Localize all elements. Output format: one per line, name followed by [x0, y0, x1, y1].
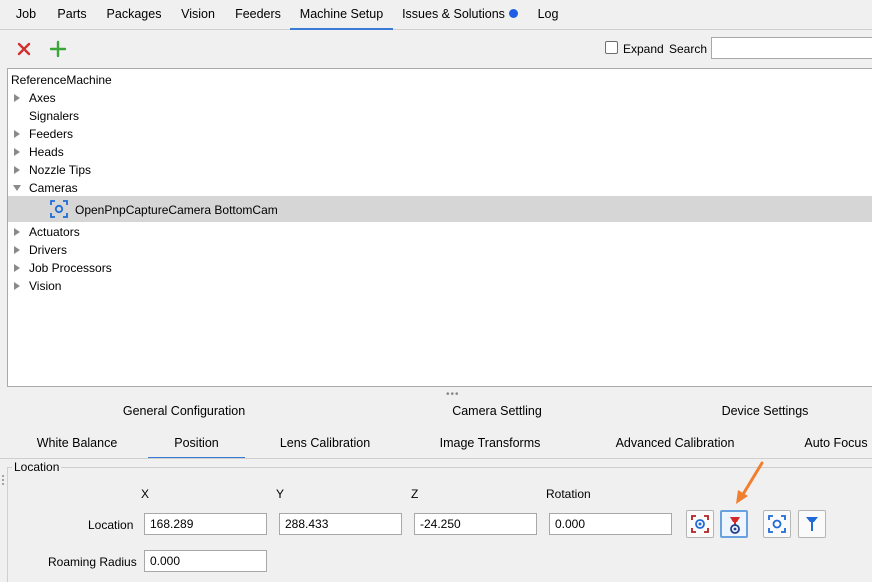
expand-arrow-icon[interactable]: [14, 228, 20, 236]
expand-label: Expand: [623, 42, 664, 56]
header-y: Y: [276, 487, 285, 501]
header-z: Z: [411, 487, 419, 501]
subtab-general-configuration[interactable]: General Configuration: [110, 400, 258, 422]
tree-item-drivers[interactable]: Drivers: [29, 241, 67, 259]
subtab-white-balance[interactable]: White Balance: [30, 432, 124, 454]
nozzle-icon: [806, 517, 818, 531]
capture-camera-location-button[interactable]: [686, 510, 714, 538]
capture-nozzle-location-button[interactable]: [720, 510, 748, 538]
subtab-lens-calibration[interactable]: Lens Calibration: [272, 432, 378, 454]
expand-arrow-icon[interactable]: [14, 130, 20, 138]
main-tabbar: Job Parts Packages Vision Feeders Machin…: [0, 0, 872, 30]
tab-job[interactable]: Job: [8, 0, 44, 29]
subtab-auto-focus[interactable]: Auto Focus: [800, 432, 872, 454]
location-group-title: Location: [12, 460, 62, 474]
tree-item-bottom-camera[interactable]: OpenPnpCaptureCamera BottomCam: [75, 201, 278, 219]
camera-icon: [50, 200, 68, 218]
tab-feeders[interactable]: Feeders: [230, 0, 286, 29]
location-y-field[interactable]: 288.433: [279, 513, 402, 535]
tree-item-vision[interactable]: Vision: [29, 277, 61, 295]
notification-dot-icon: [508, 9, 518, 18]
subtab-device-settings[interactable]: Device Settings: [714, 400, 816, 422]
search-input[interactable]: [711, 37, 872, 59]
subtab-position[interactable]: Position: [148, 432, 245, 459]
collapse-arrow-icon[interactable]: [13, 185, 21, 191]
tree-item-nozzle-tips[interactable]: Nozzle Tips: [29, 161, 91, 179]
search-label: Search: [669, 42, 708, 56]
tree-item-cameras[interactable]: Cameras: [29, 179, 78, 197]
camera-capture-icon: [691, 515, 709, 533]
plus-icon: [49, 40, 67, 58]
tab-parts[interactable]: Parts: [52, 0, 92, 29]
camera-target-icon: [768, 515, 786, 533]
subtab-advanced-calibration[interactable]: Advanced Calibration: [606, 432, 744, 454]
tree-item-feeders[interactable]: Feeders: [29, 125, 73, 143]
location-rotation-field[interactable]: 0.000: [549, 513, 672, 535]
tab-machine-setup[interactable]: Machine Setup: [290, 0, 393, 30]
header-x: X: [141, 487, 150, 501]
roaming-radius-field[interactable]: 0.000: [144, 550, 267, 572]
delete-button[interactable]: [12, 37, 36, 61]
header-rotation: Rotation: [546, 487, 591, 501]
tree-item-heads[interactable]: Heads: [29, 143, 64, 161]
annotation-arrow-icon: [736, 461, 764, 504]
location-x-field[interactable]: 168.289: [144, 513, 267, 535]
tab-vision[interactable]: Vision: [174, 0, 222, 29]
tree-item-job-processors[interactable]: Job Processors: [29, 259, 112, 277]
expand-arrow-icon[interactable]: [14, 246, 20, 254]
location-row-label: Location: [88, 518, 134, 532]
expand-arrow-icon[interactable]: [14, 264, 20, 272]
subtab-camera-settling[interactable]: Camera Settling: [440, 400, 554, 422]
position-nozzle-button[interactable]: [798, 510, 826, 538]
expand-arrow-icon[interactable]: [14, 94, 20, 102]
tree-root[interactable]: ReferenceMachine: [11, 71, 112, 89]
tab-issues-solutions[interactable]: Issues & Solutions: [400, 0, 520, 29]
tree-item-signalers[interactable]: Signalers: [29, 107, 79, 125]
expand-arrow-icon[interactable]: [14, 148, 20, 156]
delete-x-icon: [17, 42, 31, 56]
tab-packages[interactable]: Packages: [100, 0, 168, 29]
expand-arrow-icon[interactable]: [14, 282, 20, 290]
subtab-image-transforms[interactable]: Image Transforms: [432, 432, 548, 454]
add-button[interactable]: [46, 37, 70, 61]
splitter-handle[interactable]: •••: [446, 389, 460, 400]
expand-checkbox[interactable]: [605, 41, 618, 54]
tab-log[interactable]: Log: [530, 0, 566, 29]
nozzle-capture-icon: [730, 517, 740, 534]
tree-item-actuators[interactable]: Actuators: [29, 223, 80, 241]
position-camera-button[interactable]: [763, 510, 791, 538]
drag-grip-icon[interactable]: [1, 474, 5, 486]
roaming-radius-label: Roaming Radius: [48, 555, 137, 569]
location-z-field[interactable]: -24.250: [414, 513, 537, 535]
subtab-divider: [0, 458, 872, 459]
tree-item-axes[interactable]: Axes: [29, 89, 56, 107]
machine-tree: ReferenceMachine Axes Signalers Feeders …: [7, 68, 872, 387]
expand-arrow-icon[interactable]: [14, 166, 20, 174]
tab-issues-label: Issues & Solutions: [402, 7, 505, 21]
